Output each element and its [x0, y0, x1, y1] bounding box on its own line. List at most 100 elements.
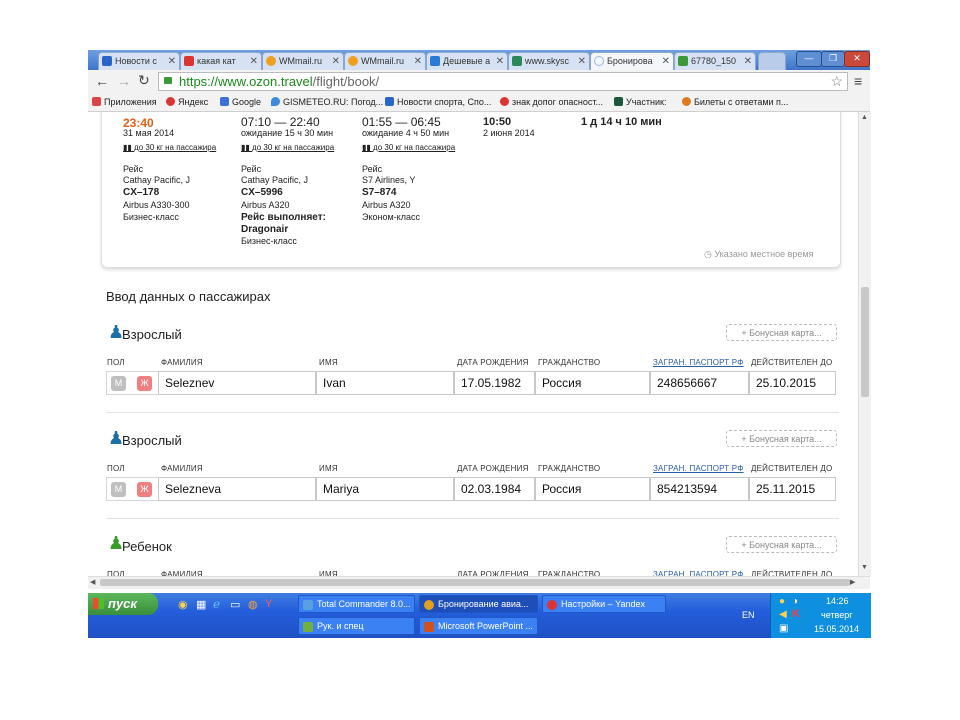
taskbar-item[interactable]: Настройки – Yandex: [542, 595, 666, 613]
bonus-card-button[interactable]: + Бонусная карта...: [726, 536, 837, 553]
close-window-icon[interactable]: ✕: [844, 51, 870, 67]
valid-until-field[interactable]: 25.10.2015: [749, 371, 836, 395]
close-tab-icon[interactable]: ✕: [662, 53, 670, 70]
close-tab-icon[interactable]: ✕: [414, 53, 422, 70]
address-bar[interactable]: https://www.ozon.travel/flight/book/ ☆: [158, 72, 848, 91]
valid-until-field[interactable]: 25.11.2015: [749, 477, 836, 501]
reload-icon[interactable]: ↻: [138, 72, 150, 89]
scrollbar-thumb[interactable]: [100, 579, 850, 586]
bookmark-participant[interactable]: Участник:: [614, 94, 666, 111]
scroll-right-icon[interactable]: ▶: [850, 578, 855, 586]
forward-icon[interactable]: →: [117, 73, 131, 89]
new-tab-button[interactable]: [758, 52, 786, 70]
name-field[interactable]: Mariya: [316, 477, 454, 501]
lock-icon: [164, 77, 172, 84]
browser-tab[interactable]: Дешевые а ✕: [426, 52, 508, 70]
maximize-icon[interactable]: ❐: [821, 51, 845, 67]
close-tab-icon[interactable]: ✕: [578, 53, 586, 70]
taskbar-item[interactable]: Рук. и спец: [298, 617, 415, 635]
apps-icon: [92, 97, 101, 106]
passport-link[interactable]: ЗАГРАН. ПАСПОРТ РФ: [653, 358, 744, 367]
bookmark-gismeteo[interactable]: GISMETEO.RU: Погод...: [271, 94, 383, 111]
close-tab-icon[interactable]: ✕: [744, 53, 752, 70]
name-field[interactable]: Ivan: [316, 371, 454, 395]
tray-icon[interactable]: ●: [779, 596, 785, 607]
baggage-link[interactable]: ▮▮ до 30 кг на пассажира: [123, 143, 216, 152]
scrollbar-thumb[interactable]: [861, 287, 869, 397]
network-icon[interactable]: ▣: [779, 623, 788, 634]
loading-icon: [594, 56, 604, 66]
close-tab-icon[interactable]: ✕: [250, 53, 258, 70]
citizenship-select[interactable]: Россия: [535, 477, 650, 501]
skyscanner-icon: [512, 56, 522, 66]
baggage-link[interactable]: ▮▮ до 30 кг на пассажира: [241, 143, 334, 152]
chrome-icon: [424, 600, 434, 610]
language-indicator[interactable]: EN: [742, 610, 755, 620]
desktop-icon[interactable]: ▭: [230, 598, 240, 611]
browser-tab[interactable]: WMmail.ru ✕: [344, 52, 426, 70]
minimize-icon[interactable]: —: [796, 51, 822, 67]
clock-time[interactable]: 14:26: [826, 596, 849, 606]
browser-tab[interactable]: 67780_150 ✕: [674, 52, 756, 70]
scroll-left-icon[interactable]: ◀: [90, 578, 95, 586]
ie-icon[interactable]: ℯ: [213, 597, 220, 611]
surname-field[interactable]: Seleznev: [158, 371, 316, 395]
gender-male-button[interactable]: М: [111, 482, 126, 497]
chrome-icon[interactable]: ◍: [248, 598, 258, 611]
browser-tab-active[interactable]: Бронирова ✕: [590, 52, 674, 70]
passport-link[interactable]: ЗАГРАН. ПАСПОРТ РФ: [653, 464, 744, 473]
taskbar-item[interactable]: Microsoft PowerPoint ...: [419, 617, 538, 635]
surname-field[interactable]: Selezneva: [158, 477, 316, 501]
menu-icon[interactable]: ≡: [854, 73, 862, 89]
close-tab-icon[interactable]: ✕: [332, 53, 340, 70]
taskbar-item-active[interactable]: Бронирование авиа...: [419, 595, 538, 613]
back-icon[interactable]: ←: [95, 73, 109, 89]
bookmark-yandex[interactable]: Яндекс: [166, 94, 208, 111]
close-tab-icon[interactable]: ✕: [496, 53, 504, 70]
bookmark-sport[interactable]: Новости спорта, Спо...: [385, 94, 491, 111]
horizontal-scrollbar[interactable]: ◀ ▶: [88, 576, 870, 589]
start-button[interactable]: пуск: [88, 593, 158, 615]
powerpoint-icon: [424, 622, 434, 632]
star-icon[interactable]: ☆: [830, 73, 843, 90]
flight-card: [101, 112, 841, 268]
volume-icon[interactable]: ◀: [779, 609, 787, 620]
gender-label: ПОЛ: [107, 358, 125, 367]
scroll-up-icon[interactable]: ▲: [861, 114, 868, 121]
scroll-down-icon[interactable]: ▼: [861, 564, 868, 571]
browser-tab[interactable]: какая кат ✕: [180, 52, 262, 70]
gender-female-button[interactable]: Ж: [137, 482, 152, 497]
gender-female-button[interactable]: Ж: [137, 376, 152, 391]
airline: Cathay Pacific, J: [241, 175, 309, 185]
yandex-icon[interactable]: Y: [265, 598, 272, 610]
citizenship-select[interactable]: Россия: [535, 371, 650, 395]
quicklaunch-icon[interactable]: ◉: [178, 598, 188, 611]
flight-label: Рейс: [241, 164, 262, 174]
bonus-card-button[interactable]: + Бонусная карта...: [726, 430, 837, 447]
antivirus-icon[interactable]: K: [792, 608, 800, 620]
bookmark-tickets[interactable]: Билеты с ответами п...: [682, 94, 788, 111]
baggage-link[interactable]: ▮▮ до 30 кг на пассажира: [362, 143, 455, 152]
taskbar-item[interactable]: Total Commander 8.0...: [298, 595, 415, 613]
passenger-type: Взрослый: [122, 433, 182, 448]
passport-field[interactable]: 248656667: [650, 371, 749, 395]
vertical-scrollbar[interactable]: ▲ ▼: [858, 112, 871, 576]
bonus-card-button[interactable]: + Бонусная карта...: [726, 324, 837, 341]
browser-tab[interactable]: Новости с ✕: [98, 52, 180, 70]
browser-tab[interactable]: WMmail.ru ✕: [262, 52, 344, 70]
image-icon: [678, 56, 688, 66]
gender-male-button[interactable]: М: [111, 376, 126, 391]
bookmark-apps[interactable]: Приложения: [92, 94, 157, 111]
bookmark-dopog[interactable]: знак допог опасност...: [500, 94, 603, 111]
cabin-class: Бизнес-класс: [241, 236, 297, 246]
birth-date-field[interactable]: 17.05.1982: [454, 371, 535, 395]
quicklaunch-icon[interactable]: ▦: [196, 598, 206, 611]
close-tab-icon[interactable]: ✕: [168, 53, 176, 70]
tray-icon[interactable]: ◑: [792, 596, 798, 607]
browser-tab[interactable]: www.skysc ✕: [508, 52, 590, 70]
tickets-icon: [682, 97, 691, 106]
birth-date-field[interactable]: 02.03.1984: [454, 477, 535, 501]
valid-until-label: ДЕЙСТВИТЕЛЕН ДО: [751, 464, 833, 473]
passport-field[interactable]: 854213594: [650, 477, 749, 501]
bookmark-google[interactable]: Google: [220, 94, 261, 111]
